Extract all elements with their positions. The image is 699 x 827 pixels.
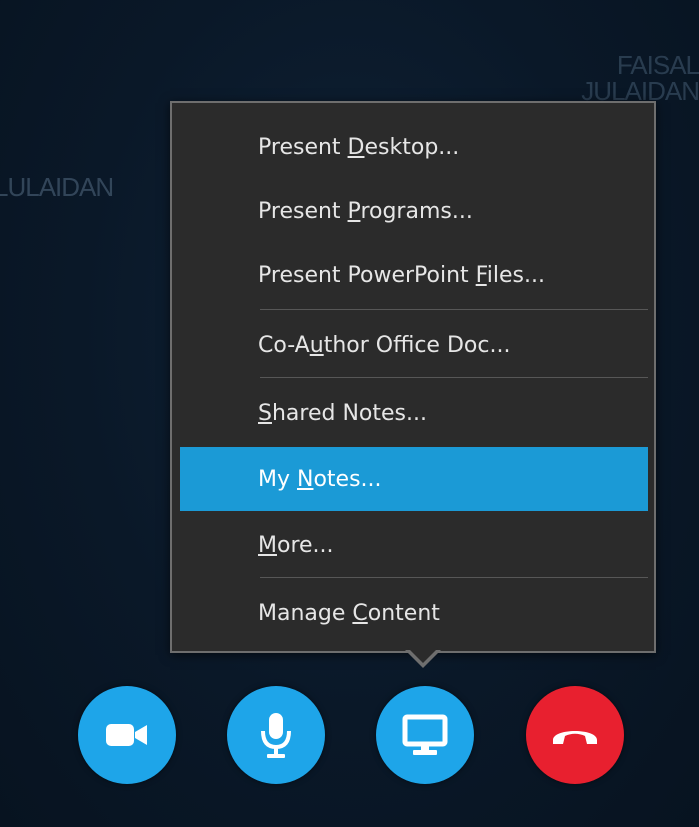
menu-pointer xyxy=(405,648,441,668)
menu-item-label: Manage Content xyxy=(258,600,440,626)
menu-item-present-desktop[interactable]: Present Desktop... xyxy=(180,115,648,179)
menu-item-label: More... xyxy=(258,532,334,558)
menu-item-shared-notes[interactable]: Shared Notes... xyxy=(180,381,648,445)
participant-name-left: LULAIDAN xyxy=(0,172,114,202)
participant-name-right: FAISAL JULAIDAN xyxy=(581,50,699,106)
menu-item-label: My Notes... xyxy=(258,466,382,492)
menu-item-label: Present Programs... xyxy=(258,198,473,224)
video-camera-icon xyxy=(104,720,150,750)
microphone-icon xyxy=(258,711,294,759)
menu-item-present-powerpoint[interactable]: Present PowerPoint Files... xyxy=(180,243,648,307)
menu-item-label: Present Desktop... xyxy=(258,134,460,160)
menu-item-present-programs[interactable]: Present Programs... xyxy=(180,179,648,243)
menu-item-label: Shared Notes... xyxy=(258,400,427,426)
monitor-icon xyxy=(402,714,448,756)
menu-separator xyxy=(260,309,648,310)
microphone-button[interactable] xyxy=(227,686,325,784)
present-menu: Present Desktop... Present Programs... P… xyxy=(170,101,656,653)
menu-item-label: Present PowerPoint Files... xyxy=(258,262,545,288)
call-window: LULAIDAN FAISAL JULAIDAN Present Desktop… xyxy=(0,0,699,827)
menu-separator xyxy=(260,577,648,578)
menu-item-coauthor-office-doc[interactable]: Co-Author Office Doc... xyxy=(180,313,648,377)
menu-item-my-notes[interactable]: My Notes... xyxy=(180,447,648,511)
present-button[interactable] xyxy=(376,686,474,784)
hang-up-button[interactable] xyxy=(526,686,624,784)
phone-hangup-icon xyxy=(549,722,601,748)
menu-item-manage-content[interactable]: Manage Content xyxy=(180,581,648,645)
menu-item-label: Co-Author Office Doc... xyxy=(258,332,511,358)
menu-separator xyxy=(260,377,648,378)
menu-item-more[interactable]: More... xyxy=(180,513,648,577)
video-button[interactable] xyxy=(78,686,176,784)
